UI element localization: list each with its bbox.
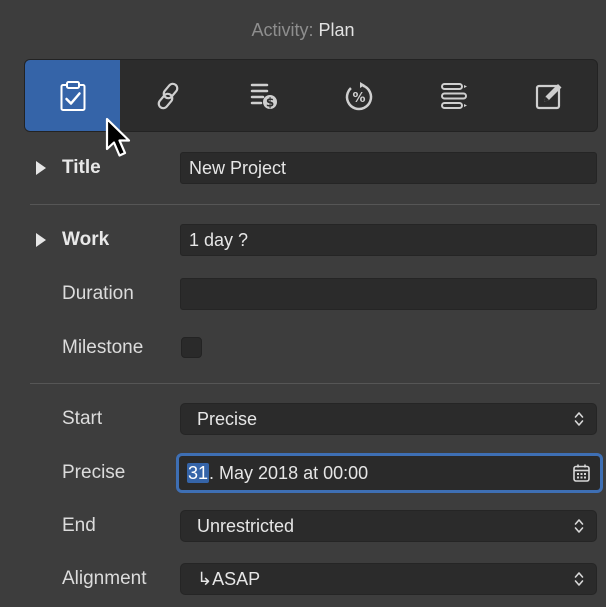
alignment-popup[interactable]: ↳ASAP bbox=[180, 563, 597, 595]
milestone-checkbox[interactable] bbox=[181, 337, 202, 358]
title-field[interactable]: New Project bbox=[180, 152, 597, 184]
end-popup[interactable]: Unrestricted bbox=[180, 510, 597, 542]
section-divider-2 bbox=[30, 383, 600, 384]
precise-day-segment[interactable]: 31 bbox=[187, 463, 210, 483]
title-row: Title New Project bbox=[0, 152, 606, 184]
panel-title: Activity: Plan bbox=[0, 20, 606, 41]
calendar-icon[interactable] bbox=[573, 464, 590, 482]
work-disclosure-triangle[interactable] bbox=[36, 233, 46, 247]
inspector-panel: Activity: Plan $ % Title New Project Wor… bbox=[0, 0, 606, 607]
title-disclosure-triangle[interactable] bbox=[36, 161, 46, 175]
alignment-row: Alignment ↳ASAP bbox=[0, 563, 606, 595]
tab-progress[interactable]: % bbox=[311, 60, 406, 131]
panel-title-prefix: Activity: bbox=[251, 20, 314, 40]
section-divider-1 bbox=[30, 204, 600, 205]
precise-date-rest: . May 2018 at 00:00 bbox=[209, 463, 369, 483]
end-row: End Unrestricted bbox=[0, 510, 606, 542]
tab-outline[interactable] bbox=[406, 60, 501, 131]
work-label: Work bbox=[62, 229, 110, 250]
tab-notes[interactable] bbox=[502, 60, 597, 131]
alignment-popup-value: ↳ASAP bbox=[197, 569, 261, 589]
tab-links[interactable] bbox=[120, 60, 215, 131]
duration-row: Duration bbox=[0, 278, 606, 310]
alignment-label: Alignment bbox=[62, 568, 147, 589]
duration-field[interactable] bbox=[180, 278, 597, 310]
svg-text:$: $ bbox=[266, 95, 274, 109]
precise-label: Precise bbox=[62, 462, 126, 483]
clipboard-check-icon bbox=[60, 80, 86, 111]
milestone-label: Milestone bbox=[62, 337, 144, 358]
percent-progress-icon: % bbox=[345, 81, 372, 110]
work-row: Work 1 day ? bbox=[0, 224, 606, 256]
title-label: Title bbox=[62, 157, 101, 178]
chevron-updown-icon bbox=[574, 519, 584, 533]
cost-list-icon: $ bbox=[251, 83, 278, 109]
chevron-updown-icon bbox=[574, 412, 584, 426]
link-icon bbox=[157, 82, 179, 109]
panel-title-value: Plan bbox=[318, 20, 355, 40]
end-label: End bbox=[62, 515, 96, 536]
chevron-updown-icon bbox=[574, 572, 584, 586]
edit-note-icon bbox=[536, 83, 562, 109]
end-popup-value: Unrestricted bbox=[197, 516, 295, 536]
tab-cost[interactable]: $ bbox=[216, 60, 311, 131]
duration-label: Duration bbox=[62, 283, 134, 304]
start-popup-value: Precise bbox=[197, 409, 258, 429]
outline-list-icon bbox=[440, 82, 467, 109]
svg-text:%: % bbox=[352, 91, 365, 106]
precise-row: Precise 31. May 2018 at 00:00 bbox=[0, 453, 606, 493]
milestone-row: Milestone bbox=[0, 332, 606, 364]
precise-date-text: 31. May 2018 at 00:00 bbox=[187, 456, 368, 490]
start-popup[interactable]: Precise bbox=[180, 403, 597, 435]
precise-date-field[interactable]: 31. May 2018 at 00:00 bbox=[176, 453, 603, 493]
start-row: Start Precise bbox=[0, 403, 606, 435]
start-label: Start bbox=[62, 408, 103, 429]
work-field[interactable]: 1 day ? bbox=[180, 224, 597, 256]
